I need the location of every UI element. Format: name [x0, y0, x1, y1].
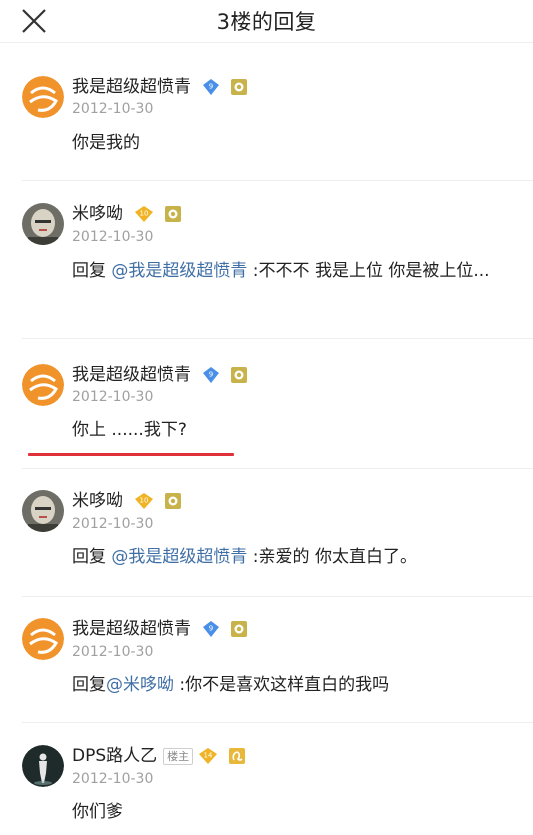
user-badges: 9 — [202, 77, 251, 97]
divider — [22, 722, 533, 723]
user-badges: 10 — [134, 491, 185, 511]
post-date: 2012-10-30 — [72, 516, 154, 532]
reply-content: 回复@米哆呦 :你不是喜欢这样直白的我吗 — [72, 669, 512, 701]
gold-level-badge-icon: 14 — [199, 748, 218, 764]
gold-level-badge-icon: 10 — [135, 493, 154, 509]
username[interactable]: 米哆呦 10 — [72, 199, 186, 224]
reply-prefix: 回复 — [72, 547, 112, 567]
username-text: DPS路人乙 — [72, 746, 158, 766]
member-badge-icon — [230, 621, 247, 637]
reply-content: 你们爹 — [72, 796, 512, 828]
member-badge-icon — [164, 493, 181, 509]
reply-prefix: 回复 — [72, 261, 112, 281]
divider — [22, 338, 533, 339]
blue-level-badge-icon: 9 — [203, 367, 220, 383]
username-text: 我是超级超愤青 — [72, 77, 191, 97]
member-badge-icon — [230, 367, 247, 383]
member-badge-icon — [230, 79, 247, 95]
username[interactable]: 我是超级超愤青 9 — [72, 72, 252, 97]
mention-link[interactable]: @我是超级超愤青 — [111, 261, 247, 281]
reply-content: 回复 @我是超级超愤青 :不不不 我是上位 你是被上位... — [72, 255, 512, 287]
svg-text:14: 14 — [204, 752, 213, 760]
svg-text:10: 10 — [140, 497, 149, 505]
username[interactable]: DPS路人乙 楼主 14 — [72, 741, 250, 766]
portrait-avatar-icon — [22, 203, 64, 245]
reply-text: 你上 ......我下? — [72, 420, 187, 440]
avatar[interactable] — [22, 364, 64, 406]
avatar[interactable] — [22, 618, 64, 660]
divider — [22, 180, 533, 181]
avatar[interactable] — [22, 76, 64, 118]
blue-level-badge-icon: 9 — [203, 621, 220, 637]
reply-text: :不不不 我是上位 你是被上位... — [247, 261, 490, 281]
orange-avatar-icon — [22, 76, 64, 118]
orange-avatar-icon — [22, 618, 64, 660]
reply-text: 你是我的 — [72, 133, 140, 153]
member-badge-icon — [164, 206, 181, 222]
reply-text: 你们爹 — [72, 802, 123, 822]
thread-starter-badge: 楼主 — [163, 747, 194, 765]
post-date: 2012-10-30 — [72, 229, 154, 245]
reply-content: 你是我的 — [72, 127, 512, 159]
post-date: 2012-10-30 — [72, 101, 154, 117]
reply-prefix: 回复 — [72, 675, 106, 695]
mention-link[interactable]: @我是超级超愤青 — [111, 547, 247, 567]
post-date: 2012-10-30 — [72, 771, 154, 787]
page-title: 3楼的回复 — [216, 10, 317, 34]
user-badges: 9 — [202, 365, 251, 385]
svg-text:9: 9 — [209, 371, 213, 379]
user-badges: 10 — [134, 204, 185, 224]
username-text: 米哆呦 — [72, 204, 123, 224]
gold-level-badge-icon: 10 — [135, 206, 154, 222]
reply-content: 回复 @我是超级超愤青 :亲爱的 你太直白了。 — [72, 541, 512, 573]
username[interactable]: 我是超级超愤青 9 — [72, 614, 252, 639]
highlight-underline — [28, 453, 234, 456]
divider — [22, 468, 533, 469]
blue-level-badge-icon: 9 — [203, 79, 220, 95]
svg-text:10: 10 — [140, 210, 149, 218]
svg-text:9: 9 — [209, 83, 213, 91]
reply-text: :亲爱的 你太直白了。 — [247, 547, 417, 567]
avatar[interactable] — [22, 745, 64, 787]
username-text: 米哆呦 — [72, 491, 123, 511]
username[interactable]: 米哆呦 10 — [72, 486, 186, 511]
username-text: 我是超级超愤青 — [72, 619, 191, 639]
reply-text: :你不是喜欢这样直白的我吗 — [174, 675, 390, 695]
dark-figure-avatar-icon — [22, 745, 64, 787]
avatar[interactable] — [22, 490, 64, 532]
svg-text:9: 9 — [209, 625, 213, 633]
portrait-avatar-icon — [22, 490, 64, 532]
post-date: 2012-10-30 — [72, 389, 154, 405]
orange-avatar-icon — [22, 364, 64, 406]
user-badges: 9 — [202, 619, 251, 639]
username-text: 我是超级超愤青 — [72, 365, 191, 385]
divider — [22, 596, 533, 597]
avatar[interactable] — [22, 203, 64, 245]
header-bar: 3楼的回复 — [0, 0, 533, 43]
zodiac-leo-badge-icon — [228, 748, 245, 764]
post-date: 2012-10-30 — [72, 644, 154, 660]
reply-content: 你上 ......我下? — [72, 414, 512, 446]
username[interactable]: 我是超级超愤青 9 — [72, 360, 252, 385]
mention-link[interactable]: @米哆呦 — [106, 675, 174, 695]
user-badges: 14 — [198, 746, 249, 766]
